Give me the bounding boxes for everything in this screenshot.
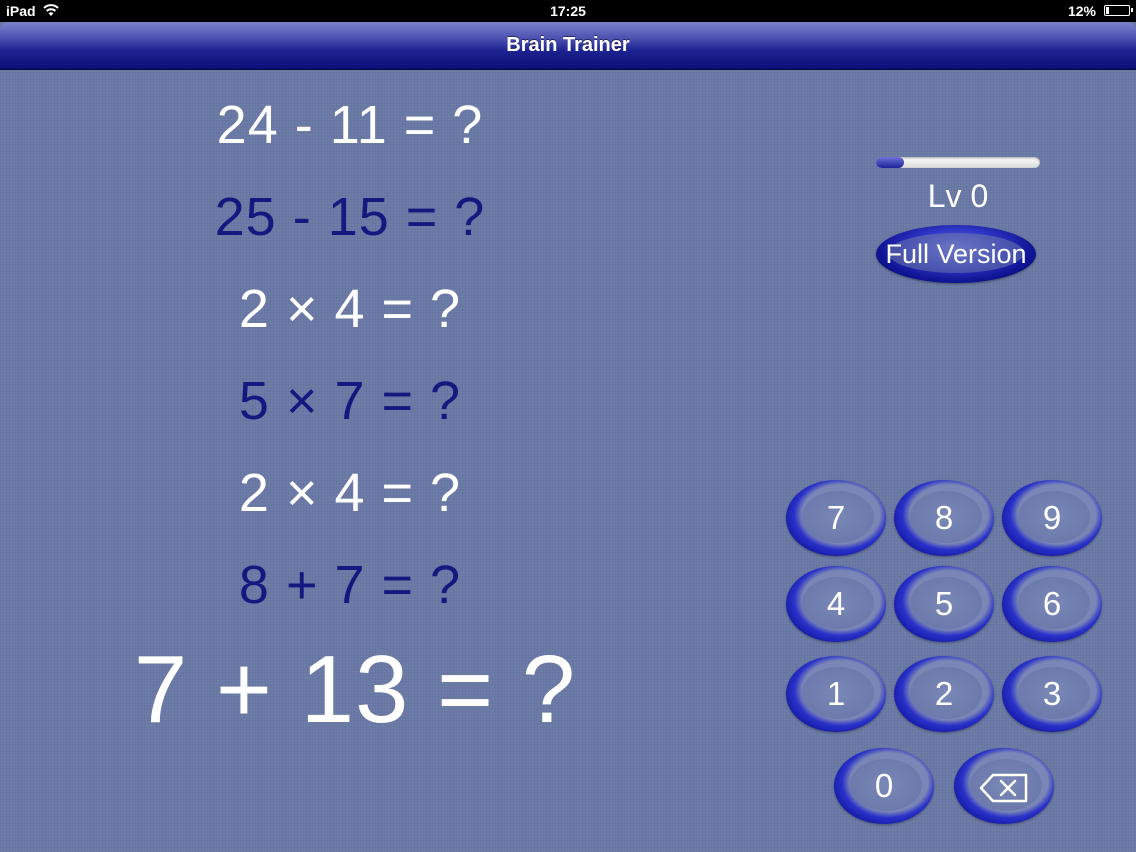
problem-history-item: 8 + 7 = ?: [238, 555, 462, 615]
key-8[interactable]: 8: [894, 480, 994, 556]
key-4[interactable]: 4: [786, 566, 886, 642]
nav-bar: Brain Trainer: [0, 22, 1136, 70]
battery-icon: [1104, 5, 1133, 16]
key-9[interactable]: 9: [1002, 480, 1102, 556]
problem-history-item: 25 - 15 = ?: [214, 187, 486, 247]
problem-history-item: 2 × 4 = ?: [238, 463, 462, 523]
current-problem: 7 + 13 = ?: [133, 636, 577, 743]
key-2[interactable]: 2: [894, 656, 994, 732]
level-progress-bar: [876, 157, 1040, 168]
level-progress-fill: [876, 157, 904, 168]
problem-history-item: 24 - 11 = ?: [216, 95, 484, 155]
full-version-button[interactable]: Full Version: [876, 225, 1036, 283]
key-5[interactable]: 5: [894, 566, 994, 642]
key-1[interactable]: 1: [786, 656, 886, 732]
backspace-icon: [979, 774, 1028, 803]
key-3[interactable]: 3: [1002, 656, 1102, 732]
app-title: Brain Trainer: [506, 34, 630, 56]
backspace-button[interactable]: [954, 748, 1054, 824]
level-label: Lv 0: [927, 178, 989, 214]
problem-history-item: 2 × 4 = ?: [238, 279, 462, 339]
battery-percent: 12%: [1067, 3, 1096, 19]
key-0[interactable]: 0: [834, 748, 934, 824]
key-6[interactable]: 6: [1002, 566, 1102, 642]
problem-history-item: 5 × 7 = ?: [238, 371, 462, 431]
full-version-label: Full Version: [885, 239, 1027, 269]
clock: 17:25: [550, 3, 586, 19]
status-bar: iPad 17:25 12%: [0, 0, 1136, 22]
key-7[interactable]: 7: [786, 480, 886, 556]
